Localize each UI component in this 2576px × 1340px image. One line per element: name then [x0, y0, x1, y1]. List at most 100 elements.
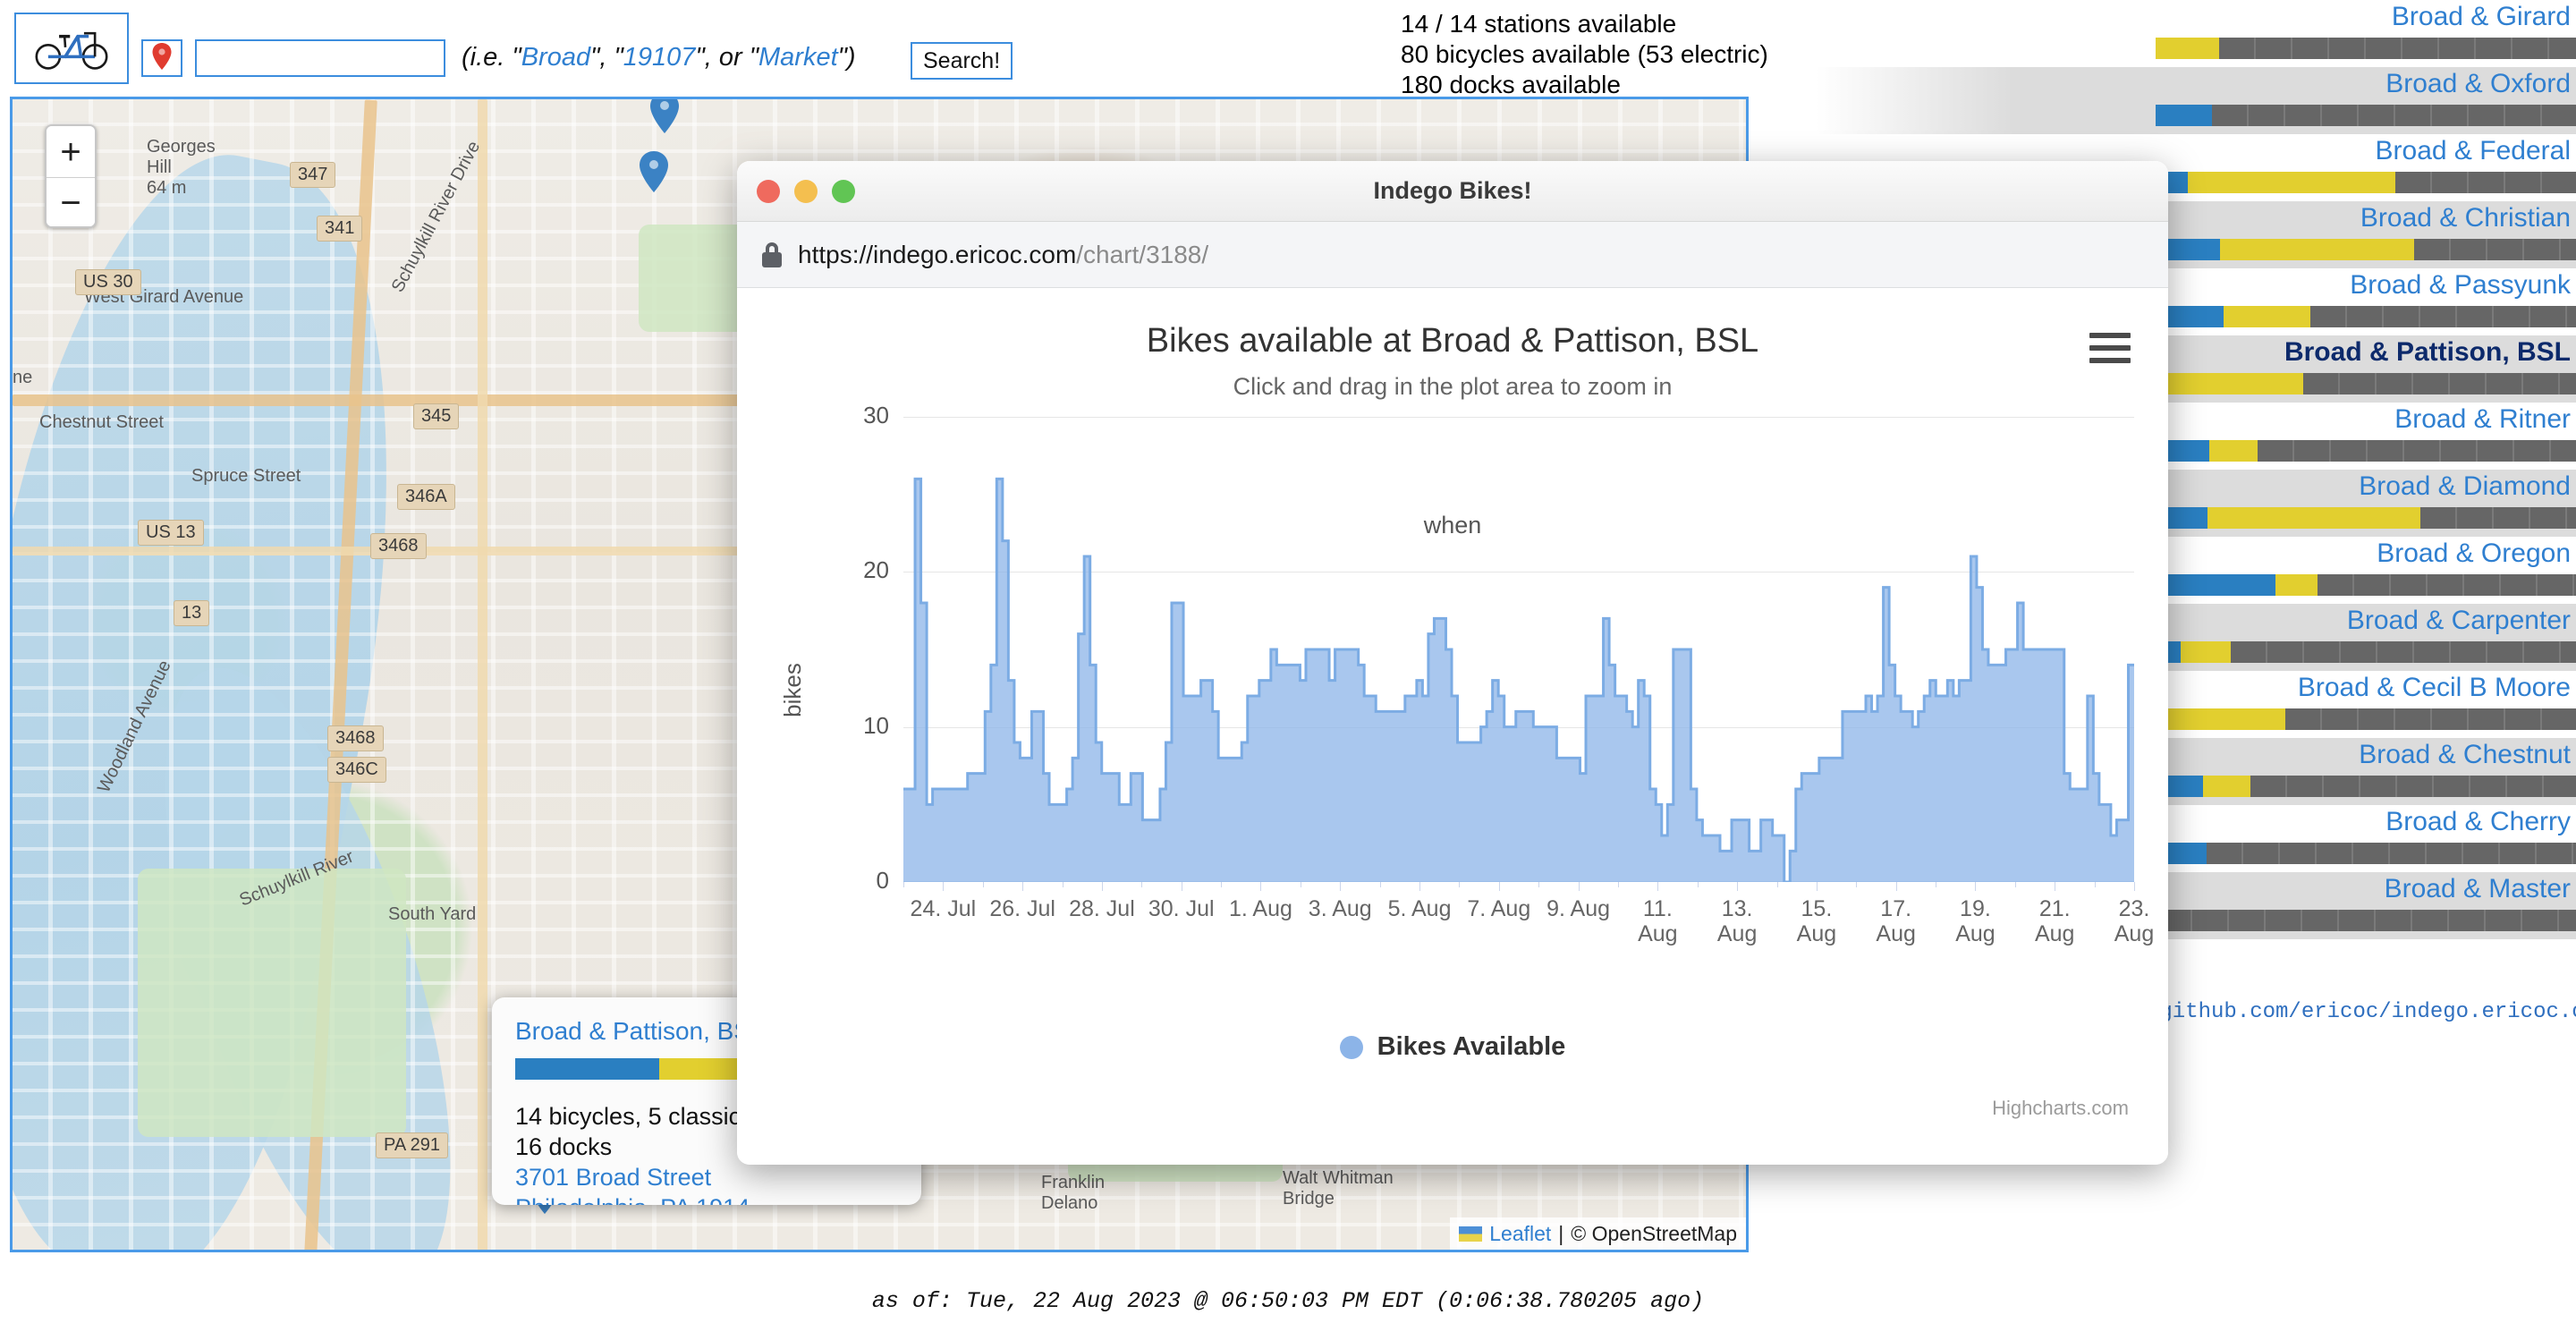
- station-marker-1[interactable]: [649, 97, 680, 133]
- bar-segment-dock: [2285, 708, 2576, 730]
- map-shield-8: 347: [290, 162, 335, 188]
- x-tick-label: 24. Jul: [911, 896, 977, 921]
- station-name-link[interactable]: Broad & Christian: [2360, 203, 2571, 233]
- search-button[interactable]: Search!: [911, 42, 1013, 80]
- station-availability-bar: [2156, 373, 2576, 394]
- station-name-link[interactable]: Broad & Chestnut: [2359, 740, 2571, 770]
- bar-segment-elec: [2156, 105, 2212, 126]
- y-axis-ticks: 0102030: [791, 417, 889, 882]
- map-label-9: Franklin Delano: [1041, 1173, 1105, 1214]
- hint-example-broad[interactable]: Broad: [521, 43, 590, 72]
- map-label-0: Georges Hill 64 m: [147, 137, 216, 199]
- lock-icon: [762, 242, 782, 267]
- bar-segment-dock: [2258, 440, 2576, 462]
- browser-window[interactable]: Indego Bikes! https://indego.ericoc.com/…: [737, 161, 2168, 1165]
- map-shield-4: 3468: [370, 533, 427, 559]
- station-name-link[interactable]: Broad & Oregon: [2377, 539, 2571, 569]
- station-name-link[interactable]: Broad & Ritner: [2394, 404, 2571, 435]
- leaflet-link[interactable]: Leaflet: [1489, 1222, 1551, 1246]
- zoom-in-button[interactable]: +: [47, 126, 95, 177]
- attribution-separator: |: [1558, 1222, 1563, 1246]
- chart-legend[interactable]: Bikes Available: [737, 1032, 2168, 1062]
- bar-segment-dock: [2303, 373, 2576, 394]
- x-tick-label: 1. Aug: [1229, 896, 1292, 921]
- popup-bar-electric: [515, 1058, 659, 1080]
- x-tick-label: 11. Aug: [1638, 896, 1677, 946]
- url-text[interactable]: https://indego.ericoc.com/chart/3188/: [798, 241, 1208, 269]
- map-shield-6: 345: [413, 403, 459, 429]
- map-shield-11: 346C: [327, 757, 386, 783]
- stations-available-line: 14 / 14 stations available: [1401, 9, 1768, 39]
- x-minor-tick: [1380, 882, 1381, 887]
- station-availability-bar: [2156, 105, 2576, 126]
- url-path: /chart/3188/: [1076, 241, 1208, 268]
- browser-url-bar[interactable]: https://indego.ericoc.com/chart/3188/: [737, 222, 2168, 288]
- x-minor-tick: [1856, 882, 1857, 887]
- x-axis-title: when: [737, 512, 2168, 539]
- map-pin-icon: [152, 43, 172, 74]
- chart-series-bikes-available[interactable]: [903, 417, 2134, 882]
- station-row[interactable]: Broad & Girard: [1816, 0, 2576, 67]
- x-tick-label: 3. Aug: [1309, 896, 1372, 921]
- chart-credits[interactable]: Highcharts.com: [1992, 1097, 2129, 1120]
- bar-segment-classic: [2224, 306, 2310, 327]
- station-availability-bar: [2156, 776, 2576, 797]
- x-tick-label: 26. Jul: [989, 896, 1055, 921]
- station-name-link[interactable]: Broad & Pattison, BSL: [2284, 337, 2571, 368]
- hint-example-market[interactable]: Market: [758, 43, 838, 72]
- x-tick-label: 7. Aug: [1467, 896, 1530, 921]
- x-minor-tick: [2134, 882, 2135, 887]
- station-name-link[interactable]: Broad & Cecil B Moore: [2298, 673, 2571, 703]
- location-pin-button[interactable]: [141, 39, 182, 77]
- bar-segment-classic: [2181, 641, 2231, 663]
- x-minor-tick: [2015, 882, 2016, 887]
- x-minor-tick: [1221, 882, 1222, 887]
- popup-address-city[interactable]: Philadelphia, PA 1914: [515, 1192, 898, 1205]
- bar-segment-dock: [2212, 105, 2576, 126]
- station-name-link[interactable]: Broad & Carpenter: [2347, 606, 2571, 636]
- x-tick-label: 19. Aug: [1955, 896, 1995, 946]
- chart-subtitle: Click and drag in the plot area to zoom …: [737, 360, 2168, 401]
- hamburger-menu-icon[interactable]: [2089, 333, 2131, 363]
- status-footer: as of: Tue, 22 Aug 2023 @ 06:50:03 PM ED…: [0, 1288, 2576, 1314]
- hint-example-zip[interactable]: 19107: [623, 43, 696, 72]
- x-tick-label: 23. Aug: [2114, 896, 2154, 946]
- legend-marker-icon: [1340, 1036, 1363, 1059]
- y-tick-label: 0: [877, 867, 889, 895]
- popup-address-street[interactable]: 3701 Broad Street: [515, 1162, 898, 1192]
- y-tick-label: 20: [863, 556, 889, 584]
- x-tick-label: 21. Aug: [2035, 896, 2074, 946]
- station-name-link[interactable]: Broad & Diamond: [2359, 471, 2571, 502]
- bar-segment-classic: [2156, 38, 2219, 59]
- x-minor-tick: [1499, 882, 1500, 887]
- station-name-link[interactable]: Broad & Master: [2385, 874, 2571, 904]
- x-tick-label: 15. Aug: [1797, 896, 1836, 946]
- station-availability-bar: [2156, 38, 2576, 59]
- station-name-link[interactable]: Broad & Federal: [2376, 136, 2571, 166]
- x-tick-label: 28. Jul: [1069, 896, 1135, 921]
- station-row[interactable]: Broad & Oxford: [1816, 67, 2576, 134]
- station-name-link[interactable]: Broad & Oxford: [2385, 69, 2571, 99]
- zoom-out-button[interactable]: −: [47, 177, 95, 228]
- bar-segment-dock: [2219, 38, 2576, 59]
- station-availability-bar: [2156, 172, 2576, 193]
- x-minor-tick: [983, 882, 984, 887]
- station-name-link[interactable]: Broad & Girard: [2392, 2, 2571, 32]
- bar-segment-classic: [2209, 440, 2258, 462]
- search-hint: (i.e. "Broad", "19107", or "Market"): [462, 43, 856, 72]
- bar-segment-dock: [2420, 507, 2576, 529]
- y-tick-label: 30: [863, 402, 889, 429]
- bicycle-logo[interactable]: [14, 13, 129, 84]
- station-marker-2[interactable]: [639, 151, 669, 192]
- search-input[interactable]: [195, 39, 445, 77]
- github-repo-link[interactable]: /github.com/ericoc/indego.ericoc.com: [2147, 1000, 2576, 1024]
- browser-titlebar[interactable]: Indego Bikes!: [737, 161, 2168, 222]
- station-name-link[interactable]: Broad & Cherry: [2385, 807, 2571, 837]
- plot-area[interactable]: [903, 417, 2134, 882]
- x-tick-label: 30. Jul: [1148, 896, 1215, 921]
- station-name-link[interactable]: Broad & Passyunk: [2350, 270, 2571, 301]
- x-tick-label: 13. Aug: [1717, 896, 1757, 946]
- legend-series-label[interactable]: Bikes Available: [1377, 1032, 1566, 1062]
- map-zoom-controls[interactable]: + −: [45, 124, 97, 228]
- url-host: https://indego.ericoc.com: [798, 241, 1076, 268]
